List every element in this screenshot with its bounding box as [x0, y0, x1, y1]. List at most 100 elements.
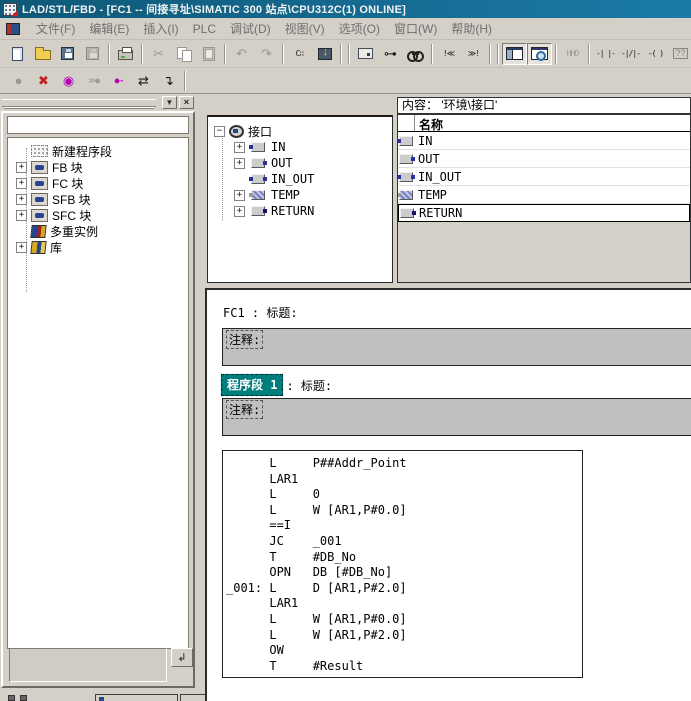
- stop-point-icon: ●: [15, 74, 23, 87]
- table-row-inout[interactable]: IN_OUT: [398, 168, 690, 186]
- drag-gripper[interactable]: [2, 99, 156, 107]
- menu-window[interactable]: 窗口(W): [387, 18, 444, 39]
- detail-view-toggle-button[interactable]: [527, 43, 552, 65]
- expand-icon[interactable]: +: [16, 210, 27, 221]
- paste-button[interactable]: [196, 43, 221, 65]
- goto-element-button[interactable]: ↲: [171, 648, 193, 667]
- empty-box-button[interactable]: ??: [668, 43, 691, 65]
- interface-row-temp[interactable]: + TEMP: [208, 187, 392, 203]
- save-button[interactable]: [80, 43, 105, 65]
- menu-edit[interactable]: 编辑(E): [82, 18, 136, 39]
- new-file-button[interactable]: [5, 43, 30, 65]
- new-network-button[interactable]: HHO: [560, 43, 585, 65]
- overview-window-icon: [506, 47, 523, 60]
- expand-icon[interactable]: +: [234, 190, 245, 201]
- block-comment-box[interactable]: 注释:: [222, 328, 691, 366]
- interface-row-return[interactable]: + RETURN: [208, 203, 392, 219]
- overview-toggle-button[interactable]: [502, 43, 527, 65]
- interface-row-in[interactable]: + IN: [208, 139, 392, 155]
- interface-row-out[interactable]: + OUT: [208, 155, 392, 171]
- expand-icon[interactable]: +: [16, 178, 27, 189]
- table-row-temp[interactable]: TEMP: [398, 186, 690, 204]
- redo-icon: ↷: [261, 47, 272, 60]
- address-monitor-button[interactable]: [353, 43, 378, 65]
- step-into-button[interactable]: ●→: [106, 70, 131, 92]
- expand-icon[interactable]: +: [16, 162, 27, 173]
- stop-button[interactable]: ●: [6, 70, 31, 92]
- overview-drag-bar[interactable]: ▼ ×: [2, 96, 194, 109]
- tree-item-libraries[interactable]: + 库: [8, 239, 188, 255]
- previous-error-button[interactable]: !≪: [436, 43, 461, 65]
- block-folder-icon: [31, 209, 48, 222]
- normally-closed-contact-icon: -|/|-: [621, 50, 640, 58]
- monitor-button[interactable]: [403, 43, 428, 65]
- tree-item-fc-blocks[interactable]: + FC 块: [8, 175, 188, 191]
- stl-code[interactable]: L P##Addr_Point LAR1 L 0 L W [AR1,P#0.0]…: [226, 456, 582, 674]
- redo-button[interactable]: ↷: [254, 43, 279, 65]
- tree-item-fb-blocks[interactable]: + FB 块: [8, 159, 188, 175]
- call-environment-button[interactable]: ↴: [156, 70, 181, 92]
- contact-no-button[interactable]: -| |-: [593, 43, 618, 65]
- declaration-table: 名称 IN OUT IN_OUT TEMP: [398, 115, 690, 222]
- expand-icon[interactable]: +: [234, 158, 245, 169]
- child-window-system-icon[interactable]: [6, 23, 20, 35]
- set-breakpoint-button[interactable]: ◉: [56, 70, 81, 92]
- cut-button[interactable]: ✂: [146, 43, 171, 65]
- lad-stl-fbd-window: LAD/STL/FBD - [FC1 -- 间接寻址\SIMATIC 300 站…: [0, 0, 691, 701]
- open-online-button[interactable]: [55, 43, 80, 65]
- delete-breakpoint-button[interactable]: ✖: [31, 70, 56, 92]
- call-environment-icon: ↴: [163, 74, 174, 87]
- expand-icon[interactable]: +: [234, 206, 245, 217]
- expand-icon[interactable]: +: [16, 194, 27, 205]
- overview-close-button[interactable]: ×: [179, 96, 194, 109]
- table-row-return[interactable]: RETURN: [398, 204, 690, 222]
- menu-options[interactable]: 选项(O): [332, 18, 387, 39]
- block-title-line[interactable]: FC1 : 标题:: [223, 304, 298, 321]
- bottom-fragment-icon: [8, 695, 15, 701]
- toolbar-separator: [141, 44, 143, 64]
- collapse-icon[interactable]: −: [214, 126, 225, 137]
- network-comment-box[interactable]: 注释:: [222, 398, 691, 436]
- network-number-chip[interactable]: 程序段 1: [221, 374, 283, 396]
- step-over-button[interactable]: ≫●: [81, 70, 106, 92]
- param-inout-icon: [399, 172, 413, 182]
- menu-file[interactable]: 文件(F): [29, 18, 82, 39]
- program-elements-tree: 新建程序段 + FB 块 + FC 块 + SFB 块: [7, 137, 189, 649]
- menu-view[interactable]: 视图(V): [278, 18, 332, 39]
- menu-help[interactable]: 帮助(H): [444, 18, 499, 39]
- table-row-in[interactable]: IN: [398, 132, 690, 150]
- menu-insert[interactable]: 插入(I): [136, 18, 185, 39]
- download-button[interactable]: [312, 43, 337, 65]
- tab-icon: [99, 697, 104, 701]
- tree-item-multi-instance[interactable]: 多重实例: [8, 223, 188, 239]
- resume-button[interactable]: ⇄: [131, 70, 156, 92]
- tree-item-sfc-blocks[interactable]: + SFC 块: [8, 207, 188, 223]
- coil-button[interactable]: -( ): [643, 43, 668, 65]
- interface-row-inout[interactable]: IN_OUT: [208, 171, 392, 187]
- tree-item-new-network[interactable]: 新建程序段: [8, 143, 188, 159]
- stl-code-box[interactable]: L P##Addr_Point LAR1 L 0 L W [AR1,P#0.0]…: [222, 450, 583, 678]
- menu-plc[interactable]: PLC: [186, 20, 223, 38]
- network-title-suffix[interactable]: : 标题:: [286, 377, 332, 394]
- tree-item-label: SFC 块: [52, 207, 91, 224]
- tree-item-label: FB 块: [52, 159, 83, 176]
- contact-nc-button[interactable]: -|/|-: [618, 43, 643, 65]
- expand-icon[interactable]: +: [234, 142, 245, 153]
- comment-label[interactable]: 注释:: [227, 401, 262, 418]
- interface-root-row[interactable]: − 接口: [208, 123, 392, 139]
- overview-dropdown-button[interactable]: ▼: [162, 96, 177, 109]
- open-file-button[interactable]: [30, 43, 55, 65]
- tree-item-sfb-blocks[interactable]: + SFB 块: [8, 191, 188, 207]
- comment-label[interactable]: 注释:: [227, 331, 262, 348]
- tree-item-label: FC 块: [52, 175, 83, 192]
- undo-button[interactable]: ↶: [229, 43, 254, 65]
- step-into-icon: ●→: [115, 77, 123, 85]
- expand-icon[interactable]: +: [16, 242, 27, 253]
- next-error-button[interactable]: ≫!: [461, 43, 486, 65]
- menu-debug[interactable]: 调试(D): [223, 18, 278, 39]
- connection-button[interactable]: ⊶: [378, 43, 403, 65]
- copy-button[interactable]: [171, 43, 196, 65]
- print-button[interactable]: [113, 43, 138, 65]
- call-structure-button[interactable]: C∷: [287, 43, 312, 65]
- table-row-out[interactable]: OUT: [398, 150, 690, 168]
